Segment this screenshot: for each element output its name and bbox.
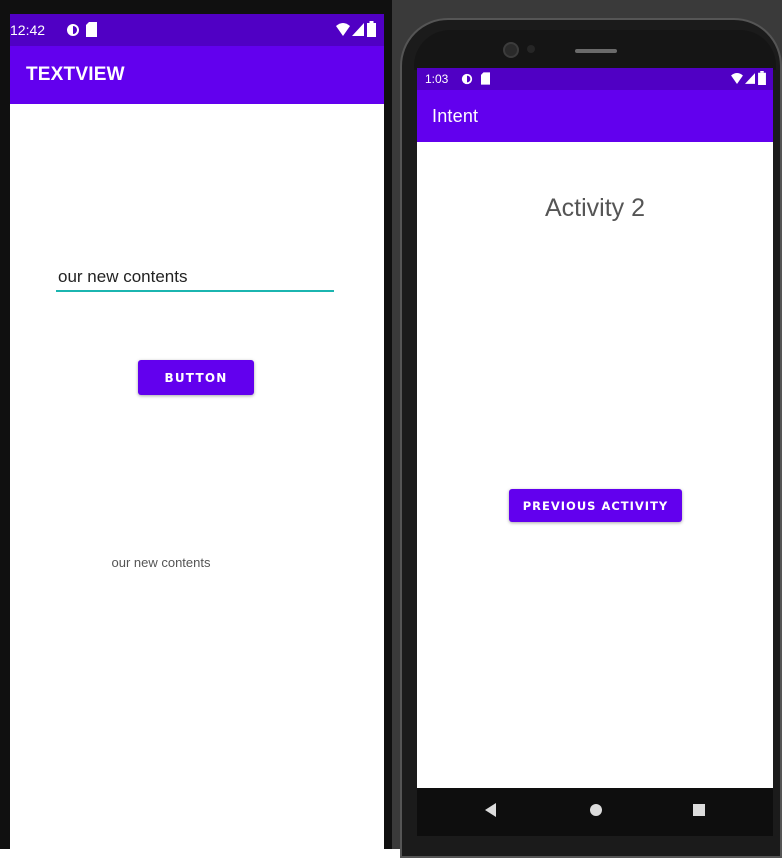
speaker-grille [575, 49, 617, 53]
front-camera [503, 42, 519, 58]
submit-button[interactable]: BUTTON [138, 360, 254, 395]
recents-icon[interactable] [692, 803, 706, 817]
signal-icon [745, 73, 755, 84]
sd-card-icon [86, 22, 97, 37]
app-bar-title: TEXTVIEW [26, 64, 125, 85]
proximity-sensor [527, 45, 535, 53]
home-icon[interactable] [589, 803, 603, 817]
right-app-bar: Intent [417, 90, 773, 142]
battery-icon [367, 21, 376, 37]
navigation-bar [417, 788, 773, 836]
result-text-view: our new contents [111, 555, 211, 570]
status-time: 1:03 [425, 72, 449, 86]
wifi-icon [336, 23, 350, 36]
content-edit-text[interactable] [56, 264, 334, 292]
left-phone-screen: 12:42 TEXTVIEW BUTTON our new contents [10, 14, 384, 849]
right-phone-screen: 1:03 Intent Activity 2 PREVIOUS ACTIVITY [417, 68, 773, 788]
sd-card-icon [481, 72, 490, 85]
right-status-bar: 1:03 [417, 68, 773, 90]
app-bar-title: Intent [432, 106, 479, 126]
signal-icon [352, 23, 364, 36]
previous-activity-button[interactable]: PREVIOUS ACTIVITY [509, 489, 682, 522]
left-status-bar: 12:42 [10, 14, 384, 46]
sync-icon [67, 24, 79, 36]
battery-icon [758, 71, 766, 85]
sync-icon [461, 73, 473, 85]
left-app-bar: TEXTVIEW [10, 46, 384, 104]
status-time: 12:42 [10, 22, 46, 38]
wifi-icon [731, 73, 743, 84]
activity-title: Activity 2 [544, 194, 646, 222]
back-icon[interactable] [484, 802, 498, 818]
